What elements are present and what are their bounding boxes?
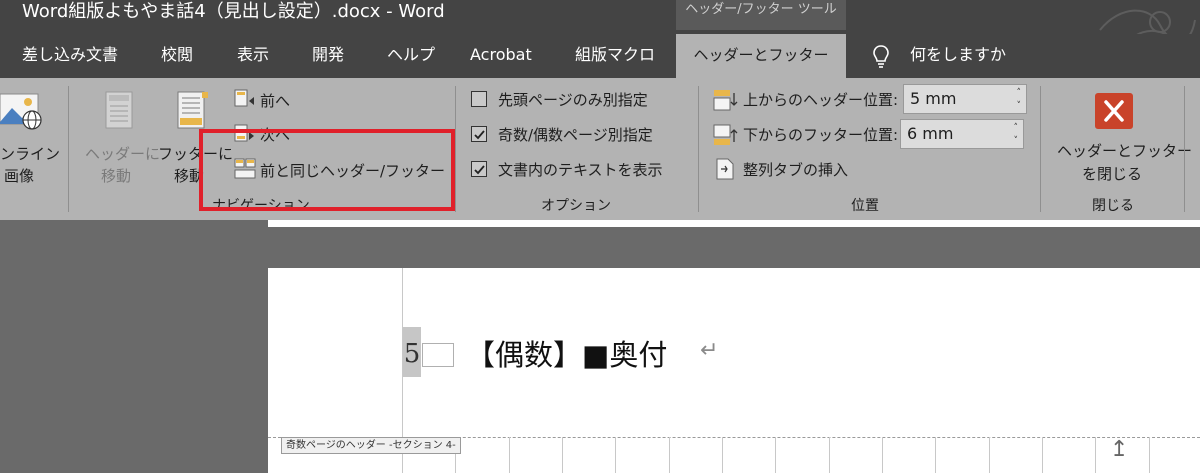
group-divider (1040, 86, 1041, 212)
footer-position-label: 下からのフッター位置: (743, 126, 899, 144)
spin-down-icon[interactable]: ˅ (1017, 101, 1022, 111)
spin-up-icon[interactable]: ˄ (1014, 123, 1019, 133)
group-divider (455, 86, 456, 212)
alignment-tab-icon (716, 158, 734, 180)
tab-mailings[interactable]: 差し込み文書 (22, 34, 118, 78)
header-text[interactable]: 【偶数】■奥付 (466, 330, 667, 380)
highlight-box (199, 129, 455, 211)
tab-developer[interactable]: 開発 (312, 34, 344, 78)
close-header-footer-label-2[interactable]: を閉じる (1082, 163, 1142, 184)
previous-page-bottom (268, 220, 1200, 227)
tab-typesetting-macro[interactable]: 組版マクロ (575, 34, 655, 78)
grid-line (722, 437, 723, 473)
tab-help[interactable]: ヘルプ (387, 34, 435, 78)
different-odd-even-label[interactable]: 奇数/偶数ページ別指定 (498, 124, 653, 145)
header-position-value: 5 mm (910, 89, 957, 108)
tab-acrobat[interactable]: Acrobat (470, 34, 532, 78)
show-document-text-label[interactable]: 文書内のテキストを表示 (498, 159, 663, 180)
fullwidth-space-marker (422, 343, 454, 367)
paragraph-mark: ↵ (700, 338, 719, 363)
tell-me-search[interactable]: 何をしますか (910, 34, 1006, 78)
close-header-footer-icon[interactable] (1095, 93, 1133, 129)
grid-line (509, 437, 510, 473)
goto-header-label-1[interactable]: ヘッダーに (85, 143, 160, 164)
context-tab-label: ヘッダー/フッター ツール (676, 0, 846, 30)
previous-button[interactable]: 前へ (260, 90, 290, 111)
goto-footer-icon (177, 91, 208, 129)
online-picture-label-2: 画像 (4, 167, 35, 185)
close-header-footer-label-1[interactable]: ヘッダーとフッター (1057, 140, 1192, 161)
insert-alignment-tab-button[interactable]: 整列タブの挿入 (743, 159, 848, 180)
window-title: Word組版よもやま話4（見出し設定）.docx - Word (22, 1, 445, 22)
grid-line (935, 437, 936, 473)
online-picture-label-1: ンライン (0, 145, 61, 163)
checkmark-icon (474, 130, 485, 140)
spin-down-icon[interactable]: ˅ (1014, 136, 1019, 146)
group-divider (698, 86, 699, 212)
lightbulb-icon (873, 45, 889, 68)
goto-header-icon (105, 91, 133, 129)
grid-line (989, 437, 990, 473)
header-position-label: 上からのヘッダー位置: (743, 91, 899, 109)
footer-position-input[interactable]: 6 mm ˄ ˅ (900, 119, 1024, 149)
grid-line (1095, 437, 1096, 473)
tab-header-footer[interactable]: ヘッダーとフッター (676, 34, 846, 78)
header-position-input[interactable]: 5 mm ˄ ˅ (903, 84, 1027, 114)
show-document-text-checkbox[interactable] (471, 161, 487, 177)
header-section-label: 奇数ページのヘッダー -セクション 4- (281, 437, 461, 454)
tab-review[interactable]: 校閲 (161, 34, 193, 78)
grid-line (1042, 437, 1043, 473)
spin-up-icon[interactable]: ˄ (1017, 88, 1022, 98)
grid-line (882, 437, 883, 473)
grid-line (1149, 437, 1150, 473)
previous-section-icon (234, 89, 254, 107)
online-picture-icon[interactable] (0, 92, 44, 132)
different-first-page-checkbox[interactable] (471, 91, 487, 107)
checkmark-icon (474, 165, 485, 175)
grid-line (669, 437, 670, 473)
tab-view[interactable]: 表示 (237, 34, 269, 78)
grid-line (615, 437, 616, 473)
position-group-label: 位置 (851, 198, 879, 214)
group-divider (1184, 86, 1185, 212)
group-divider (68, 86, 69, 212)
up-arrow-icon: ↥ (1110, 437, 1129, 462)
different-odd-even-checkbox[interactable] (471, 126, 487, 142)
page-number-field[interactable]: 5 (403, 327, 421, 377)
footer-position-value: 6 mm (907, 124, 954, 143)
different-first-page-label[interactable]: 先頭ページのみ別指定 (498, 89, 648, 110)
footer-position-icon (713, 124, 738, 145)
options-group-label: オプション (541, 198, 611, 214)
grid-line (829, 437, 830, 473)
close-group-label: 閉じる (1092, 198, 1134, 214)
grid-line (562, 437, 563, 473)
grid-line (775, 437, 776, 473)
goto-header-label-2[interactable]: 移動 (101, 165, 131, 186)
header-position-icon (713, 90, 738, 111)
